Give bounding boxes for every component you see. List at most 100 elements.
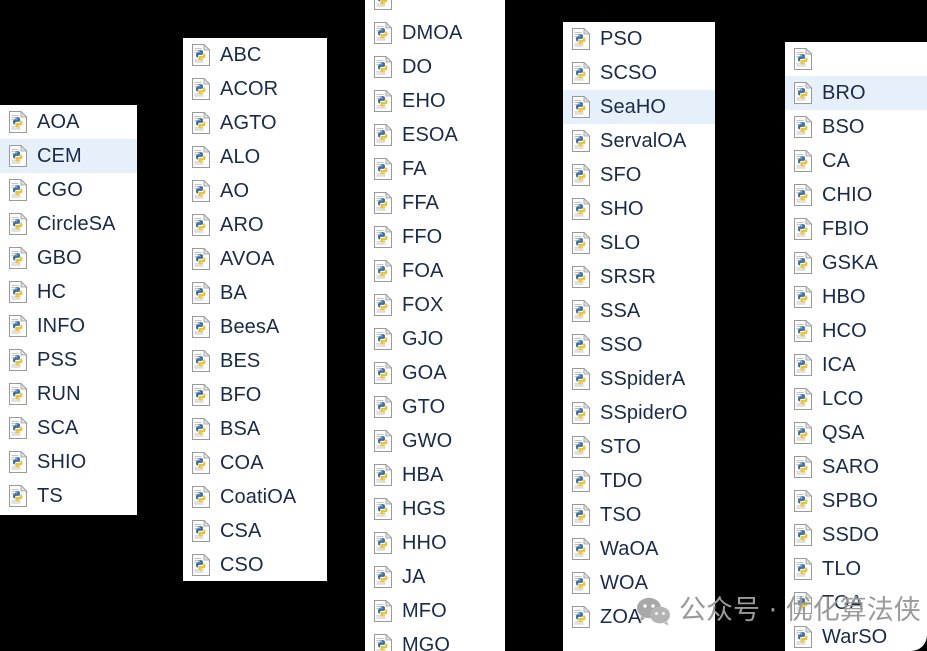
file-list-item[interactable]: ServalOA xyxy=(563,124,715,158)
file-list-item[interactable]: SSA xyxy=(563,294,715,328)
file-list-item-label: SHIO xyxy=(37,451,87,473)
file-list-item[interactable]: COA xyxy=(183,446,327,480)
file-list-item[interactable]: SHIO xyxy=(0,445,137,479)
file-list-item[interactable]: RUN xyxy=(0,377,137,411)
file-list-item[interactable]: BSA xyxy=(183,412,327,446)
file-list-item[interactable]: SFO xyxy=(563,158,715,192)
file-list-item[interactable]: HC xyxy=(0,275,137,309)
file-list-item[interactable]: DO xyxy=(365,50,505,84)
python-file-icon xyxy=(373,22,393,44)
file-list-item[interactable]: BES xyxy=(183,344,327,378)
file-list-item[interactable]: BSO xyxy=(785,110,927,144)
file-list-item[interactable]: SLO xyxy=(563,226,715,260)
file-list-item[interactable]: CEM xyxy=(0,139,137,173)
file-list-item[interactable]: SCSO xyxy=(563,56,715,90)
file-list-item[interactable]: FA xyxy=(365,152,505,186)
file-list-item[interactable]: BeesA xyxy=(183,310,327,344)
file-list-item[interactable]: SCA xyxy=(0,411,137,445)
file-list-item[interactable]: TDO xyxy=(563,464,715,498)
file-list-item-label: GBO xyxy=(37,247,82,269)
file-list-item[interactable]: BRO xyxy=(785,76,927,110)
file-list-item[interactable]: SSO xyxy=(563,328,715,362)
file-list-item[interactable]: WarSO xyxy=(785,620,927,651)
file-list-item-label: FFA xyxy=(402,192,439,214)
file-list-item[interactable]: JA xyxy=(365,560,505,594)
file-list-item[interactable]: FFO xyxy=(365,220,505,254)
file-list-item[interactable]: AO xyxy=(183,174,327,208)
file-list-item[interactable]: MFO xyxy=(365,594,505,628)
file-list-item[interactable]: CGO xyxy=(0,173,137,207)
file-list-item[interactable]: CA xyxy=(785,144,927,178)
file-list-item[interactable]: HBA xyxy=(365,458,505,492)
file-list-item[interactable]: ESOA xyxy=(365,118,505,152)
file-list-item[interactable]: GTO xyxy=(365,390,505,424)
file-list-item[interactable]: SeaHO xyxy=(563,90,715,124)
file-list-column-2[interactable]: ABC ACOR AGTO ALO AO ARO AVOA BA BeesA BES BFO BSA C… xyxy=(183,38,327,581)
file-list-item[interactable]: SSpiderO xyxy=(563,396,715,430)
file-list-item[interactable]: TS xyxy=(0,479,137,513)
file-list-item[interactable]: FBIO xyxy=(785,212,927,246)
file-list-item[interactable]: SARO xyxy=(785,450,927,484)
file-list-item[interactable]: QSA xyxy=(785,416,927,450)
file-list-item[interactable]: CHIO xyxy=(785,178,927,212)
file-list-item[interactable]: ACOR xyxy=(183,72,327,106)
file-list-item[interactable] xyxy=(785,42,927,76)
file-list-item[interactable]: PSO xyxy=(563,22,715,56)
file-list-item[interactable]: MGO xyxy=(365,628,505,651)
file-list-column-4[interactable]: PSO SCSO SeaHO ServalOA SFO SHO SLO SRSR SSA SSO S… xyxy=(563,22,715,651)
file-list-item[interactable]: ABC xyxy=(183,38,327,72)
file-list-item[interactable]: CSO xyxy=(183,548,327,581)
file-list-item[interactable]: BA xyxy=(183,276,327,310)
file-list-item[interactable]: WOA xyxy=(563,566,715,600)
file-list-item[interactable]: ZOA xyxy=(563,600,715,634)
file-list-item[interactable] xyxy=(365,0,505,16)
python-file-icon xyxy=(191,384,211,406)
file-list-item[interactable]: GSKA xyxy=(785,246,927,280)
python-file-icon xyxy=(373,430,393,452)
file-list-item[interactable]: GJO xyxy=(365,322,505,356)
file-list-item[interactable]: SPBO xyxy=(785,484,927,518)
file-list-column-5[interactable]: BRO BSO CA CHIO FBIO GSKA HBO HCO ICA LCO QSA SARO S… xyxy=(785,42,927,651)
file-list-item[interactable]: ICA xyxy=(785,348,927,382)
file-list-item[interactable]: PSS xyxy=(0,343,137,377)
file-list-item[interactable]: TOA xyxy=(785,586,927,620)
file-list-column-1[interactable]: AOA CEM CGO CircleSA GBO HC INFO PSS RUN SCA SHIO T… xyxy=(0,105,137,515)
file-list-item[interactable]: AGTO xyxy=(183,106,327,140)
file-list-item[interactable]: GOA xyxy=(365,356,505,390)
file-list-item[interactable]: CSA xyxy=(183,514,327,548)
file-list-item[interactable]: AVOA xyxy=(183,242,327,276)
file-list-item[interactable]: HCO xyxy=(785,314,927,348)
file-list-item[interactable]: HHO xyxy=(365,526,505,560)
python-file-icon xyxy=(191,486,211,508)
file-list-item[interactable]: CircleSA xyxy=(0,207,137,241)
file-list-item-label: AOA xyxy=(37,111,80,133)
file-list-item[interactable]: FOX xyxy=(365,288,505,322)
file-list-item[interactable]: DMOA xyxy=(365,16,505,50)
file-list-item-label: JA xyxy=(402,566,426,588)
file-list-item[interactable]: INFO xyxy=(0,309,137,343)
file-list-column-3[interactable]: DMOA DO EHO ESOA FA FFA FFO FOA FOX GJO GOA GTO GWO H… xyxy=(365,0,505,651)
file-list-item[interactable]: SRSR xyxy=(563,260,715,294)
file-list-item[interactable]: CoatiOA xyxy=(183,480,327,514)
file-list-item[interactable]: TSO xyxy=(563,498,715,532)
file-list-item[interactable]: STO xyxy=(563,430,715,464)
file-list-item[interactable]: FOA xyxy=(365,254,505,288)
file-list-item[interactable]: BFO xyxy=(183,378,327,412)
file-list-item-label: FBIO xyxy=(822,218,870,240)
file-list-item[interactable]: EHO xyxy=(365,84,505,118)
file-list-item[interactable]: ARO xyxy=(183,208,327,242)
file-list-item[interactable]: HGS xyxy=(365,492,505,526)
python-file-icon xyxy=(8,213,28,235)
file-list-item[interactable]: SSDO xyxy=(785,518,927,552)
file-list-item[interactable]: ALO xyxy=(183,140,327,174)
file-list-item[interactable]: HBO xyxy=(785,280,927,314)
file-list-item[interactable]: AOA xyxy=(0,105,137,139)
file-list-item[interactable]: WaOA xyxy=(563,532,715,566)
file-list-item[interactable]: SHO xyxy=(563,192,715,226)
file-list-item[interactable]: GWO xyxy=(365,424,505,458)
file-list-item[interactable]: TLO xyxy=(785,552,927,586)
file-list-item[interactable]: FFA xyxy=(365,186,505,220)
file-list-item[interactable]: SSpiderA xyxy=(563,362,715,396)
file-list-item[interactable]: GBO xyxy=(0,241,137,275)
file-list-item[interactable]: LCO xyxy=(785,382,927,416)
